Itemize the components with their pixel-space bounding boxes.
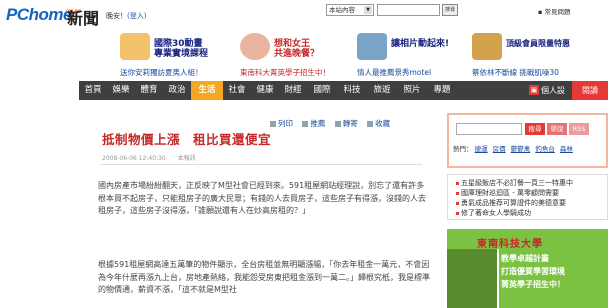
sidebar-link[interactable]: 修了著命女人學騎成功 [456, 208, 531, 218]
sidebar-links: 五星級飯店不必訂餐一頁三一特惠中 國庫理財巡迴區 - 萬零顧問需要 勇氣成品推荐… [447, 174, 608, 220]
nav-item-sports[interactable]: 體育 [135, 81, 163, 100]
ad-title: 東南科技大學 [477, 239, 543, 250]
rss-button[interactable]: RSS [569, 123, 589, 135]
sidebar-link[interactable]: 國庫理財巡迴區 - 萬零顧問需要 [456, 188, 559, 198]
bullet-icon [456, 211, 459, 215]
promo-link[interactable]: 情人最推薦景秀motel [357, 67, 431, 78]
sidebar-search-button[interactable]: 搜尋 [525, 123, 545, 135]
pchome-logo[interactable]: PChome ONLINE [6, 5, 81, 25]
article-paragraph-2: 根據591租屋網高達五萬筆的物件顯示，全台房租並無明顯漲幅，「你去年租金一萬元，… [98, 260, 430, 295]
hot-link[interactable]: 鬱鬱禽 [511, 145, 531, 153]
sidebar-ad-banner[interactable]: 東南科技大學 教學卓越計畫 打造優質學習環境 菁英學子招生中！ [447, 229, 608, 308]
header: PChome ONLINE 新聞 晚安！(登入) 本站內容 ▼ 搜尋 ▪ 常見問題 [0, 0, 608, 32]
mail-icon [334, 121, 341, 127]
promo-1[interactable]: 國際30動畫 專業實境課程 送你安莉獨訪夏夷人組！ [120, 33, 220, 80]
print-icon [270, 121, 276, 127]
promo-3[interactable]: 讓相片動起來! 情人最推薦景秀motel [357, 33, 457, 80]
bullet-icon [456, 191, 459, 195]
sidebar-link[interactable]: 五星級飯店不必訂餐一頁三一特惠中 [456, 178, 573, 188]
article-title: 抵制物價上漲 租比買還便宜 [102, 132, 272, 147]
nav-item-tech[interactable]: 科技 [337, 81, 367, 100]
nav-item-international[interactable]: 國際 [307, 81, 337, 100]
bookmark-icon [367, 121, 374, 127]
nav-item-entertainment[interactable]: 娛樂 [107, 81, 135, 100]
personal-settings-button[interactable]: ▣ 個人設定 [526, 81, 570, 114]
search-button[interactable]: 搜尋 [442, 4, 458, 16]
article: 列印 推薦 轉寄 收藏 抵制物價上漲 租比買還便宜 2008-06-06 12:… [80, 101, 432, 308]
help-link[interactable]: ▪ 常見問題 [538, 6, 570, 16]
recommend-icon [302, 121, 309, 127]
print-button[interactable]: 列印 [270, 119, 293, 128]
greeting: 晚安！(登入) [106, 12, 147, 20]
settings-icon: ▣ [529, 85, 539, 95]
promo-text: 國際30動畫 專業實境課程 [154, 39, 209, 59]
promo-text: 頂級會員限量特惠 [506, 39, 570, 48]
promo-image [357, 33, 387, 60]
search-input[interactable] [377, 4, 440, 16]
hot-link[interactable]: 釣魚台 [535, 145, 555, 153]
article-tools: 列印 推薦 轉寄 收藏 [270, 118, 397, 129]
nav-item-life[interactable]: 生活 [191, 81, 223, 100]
promo-image [240, 33, 270, 60]
promo-link[interactable]: 送你安莉獨訪夏夷人組！ [120, 67, 203, 78]
promo-2[interactable]: 想和女王 共進晚餐？ 東南科大菁英學子招生中！ [240, 33, 340, 80]
login-link[interactable]: (登入) [127, 12, 146, 20]
nav-item-health[interactable]: 健康 [251, 81, 279, 100]
sidebar-search-input[interactable] [456, 123, 522, 135]
hot-link[interactable]: 房價 [493, 145, 506, 153]
divider [100, 164, 422, 165]
forward-button[interactable]: 轉寄 [334, 119, 358, 128]
search-scope-select[interactable]: 本站內容 ▼ [326, 4, 374, 16]
promo-image [120, 33, 150, 60]
chevron-down-icon: ▼ [364, 6, 372, 14]
bullet-icon [456, 181, 459, 185]
sidebar-link[interactable]: 勇氣成品推荐可算證件的美德意要 [456, 198, 566, 208]
nav-item-politics[interactable]: 政治 [163, 81, 191, 100]
nav-item-society[interactable]: 社會 [223, 81, 251, 100]
hot-link[interactable]: 捷運 [475, 145, 488, 153]
bullet-icon [456, 201, 459, 205]
site-brand[interactable]: 新聞 [67, 5, 99, 29]
article-meta: 2008-06-06 12:40:30 本報訊 [102, 155, 196, 162]
hot-keywords: 熱門： 捷運 房價 鬱鬱禽 釣魚台 森林 [453, 143, 576, 153]
article-paragraph-1: 國內房產市場紛紛翻天，正反映了M型社會已經到來。591租屋網站經理說，別忘了還有… [98, 181, 426, 216]
promo-4[interactable]: 頂級會員限量特惠 蔡依林不斷線 挑戰肌噪30 [472, 33, 602, 80]
nav-item-photos[interactable]: 照片 [397, 81, 427, 100]
promo-link[interactable]: 東南科大菁英學子招生中！ [240, 67, 330, 78]
ad-image [447, 249, 499, 308]
hot-link[interactable]: 森林 [560, 145, 573, 153]
ad-line: 菁英學子招生中！ [501, 280, 565, 289]
nav-item-features[interactable]: 專題 [427, 81, 457, 100]
sidebar-search-option[interactable]: 學說 [547, 123, 567, 135]
ad-line: 教學卓越計畫 [501, 254, 549, 263]
ad-line: 打造優質學習環境 [501, 267, 565, 276]
bookmark-button[interactable]: 收藏 [367, 119, 390, 128]
recommend-button[interactable]: 推薦 [302, 119, 325, 128]
sidebar-search: 搜尋 學說 RSS 熱門： 捷運 房價 鬱鬱禽 釣魚台 森林 [447, 113, 608, 168]
promo-text: 讓相片動起來! [391, 39, 450, 49]
nav-item-finance[interactable]: 財經 [279, 81, 307, 100]
hot-label: 熱門： [453, 145, 473, 153]
nav-item-travel[interactable]: 旅遊 [367, 81, 397, 100]
promo-image [472, 33, 502, 60]
promo-text: 想和女王 共進晚餐？ [274, 39, 320, 59]
promo-link[interactable]: 蔡依林不斷線 挑戰肌噪30 [472, 67, 559, 78]
nav-item-home[interactable]: 首頁 [79, 81, 107, 100]
read-button[interactable]: 閱讀 [572, 81, 608, 100]
